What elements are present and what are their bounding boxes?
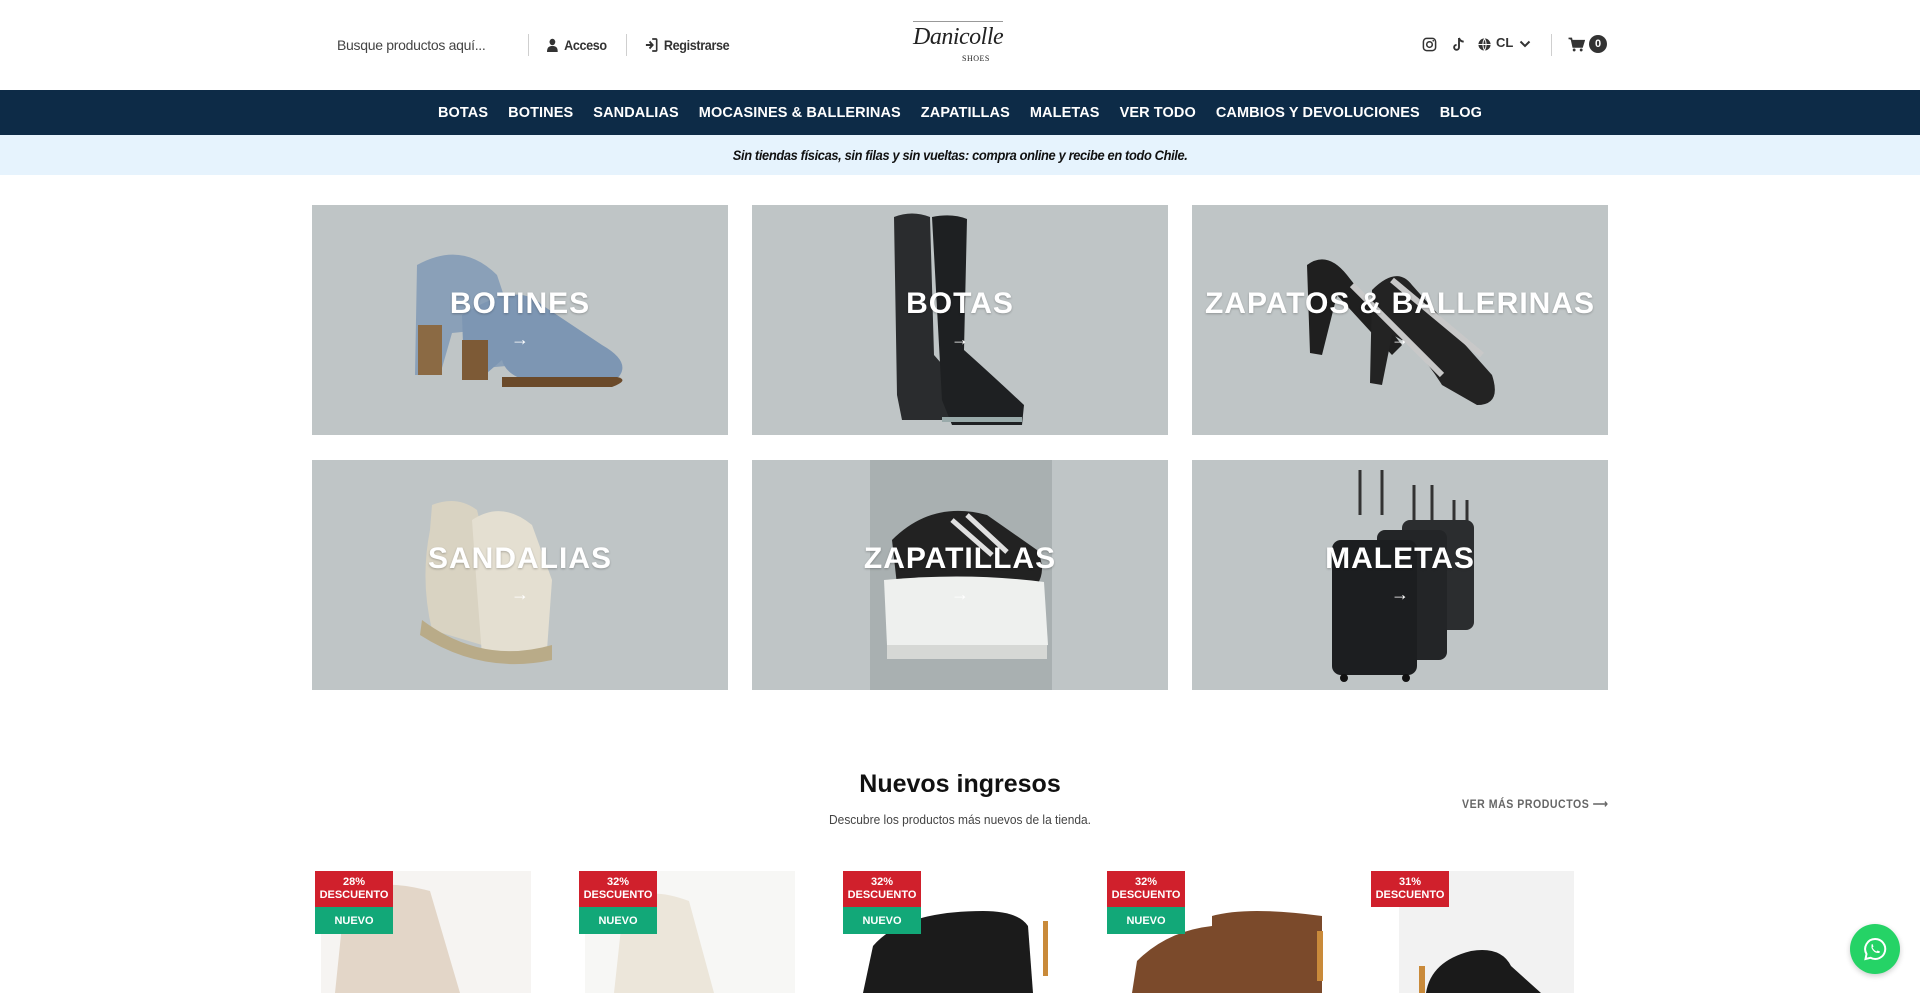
discount-badge: 32% DESCUENTO (843, 871, 921, 907)
discount-pct: 32% (1134, 876, 1158, 888)
chevron-down-icon[interactable] (1516, 35, 1534, 53)
register-label: Registrarse (663, 37, 730, 53)
product-card[interactable]: 28% DESCUENTO NUEVO (315, 871, 545, 993)
header-divider (626, 34, 627, 56)
arrow-right-icon: → (1391, 584, 1409, 604)
cart-count-badge[interactable]: 0 (1589, 35, 1607, 53)
nav-item-sandalias[interactable]: SANDALIAS (593, 105, 679, 121)
sign-in-icon (645, 38, 658, 52)
header-divider (1551, 34, 1552, 56)
arrow-right-icon: ⟶ (1592, 797, 1609, 811)
header-divider (528, 34, 529, 56)
nav-item-zapatillas[interactable]: ZAPATILLAS (921, 105, 1010, 121)
new-badge: NUEVO (1107, 907, 1185, 934)
arrow-right-icon: → (511, 329, 529, 349)
logo-line (913, 21, 1003, 22)
nav-item-cambios[interactable]: CAMBIOS Y DEVOLUCIONES (1216, 105, 1420, 121)
category-card-zapatos[interactable]: ZAPATOS & BALLERINAS → (1192, 205, 1608, 435)
discount-label: DESCUENTO (847, 889, 917, 901)
login-link[interactable]: Acceso (547, 34, 607, 56)
view-more-link[interactable]: VER MÁS PRODUCTOS ⟶ (1462, 797, 1608, 811)
discount-label: DESCUENTO (1111, 889, 1181, 901)
nav-item-mocasines[interactable]: MOCASINES & BALLERINAS (699, 105, 901, 121)
discount-badge: 32% DESCUENTO (579, 871, 657, 907)
product-card[interactable]: 32% DESCUENTO NUEVO (1107, 871, 1337, 993)
logo-text: Danicolle (913, 24, 1004, 50)
tiktok-icon[interactable] (1450, 35, 1468, 53)
product-card[interactable]: 32% DESCUENTO NUEVO (843, 871, 1073, 993)
nav-item-botas[interactable]: BOTAS (438, 105, 488, 121)
whatsapp-icon (1864, 937, 1887, 961)
category-title: MALETAS (1325, 542, 1475, 575)
register-link[interactable]: Registrarse (645, 34, 730, 56)
new-badge: NUEVO (843, 907, 921, 934)
category-title: BOTINES (449, 287, 591, 320)
discount-label: DESCUENTO (1375, 889, 1445, 901)
category-card-botines[interactable]: BOTINES → (312, 205, 728, 435)
site-header: Acceso Registrarse Danicolle SHOES CL 0 (0, 0, 1920, 90)
discount-label: DESCUENTO (319, 889, 389, 901)
discount-pct: 32% (870, 876, 894, 888)
site-logo[interactable]: Danicolle SHOES (905, 18, 1010, 68)
cart-icon[interactable] (1567, 35, 1585, 53)
section-title: Nuevos ingresos (859, 770, 1061, 798)
discount-pct: 28% (342, 876, 366, 888)
arrow-right-icon: → (951, 329, 969, 349)
instagram-icon[interactable] (1420, 35, 1438, 53)
category-title: ZAPATOS & BALLERINAS (1204, 287, 1595, 320)
category-title: BOTAS (906, 287, 1014, 320)
new-badge: NUEVO (579, 907, 657, 934)
arrow-right-icon: → (1391, 329, 1409, 349)
nav-item-blog[interactable]: BLOG (1440, 105, 1482, 121)
arrow-right-icon: → (951, 584, 969, 604)
discount-pct: 32% (606, 876, 630, 888)
category-card-botas[interactable]: BOTAS → (752, 205, 1168, 435)
user-icon (547, 38, 558, 52)
new-badge: NUEVO (315, 907, 393, 934)
category-title: SANDALIAS (427, 542, 612, 575)
category-card-zapatillas[interactable]: ZAPATILLAS → (752, 460, 1168, 690)
nav-item-maletas[interactable]: MALETAS (1030, 105, 1100, 121)
logo-subtext: SHOES (962, 54, 990, 63)
country-selector[interactable]: CL (1496, 35, 1513, 50)
main-nav: BOTAS BOTINES SANDALIAS MOCASINES & BALL… (0, 90, 1920, 135)
announcement-bar: Sin tiendas físicas, sin filas y sin vue… (0, 135, 1920, 175)
section-subtitle: Descubre los productos más nuevos de la … (829, 812, 1091, 827)
nav-item-ver-todo[interactable]: VER TODO (1120, 105, 1196, 121)
discount-label: DESCUENTO (583, 889, 653, 901)
login-label: Acceso (564, 37, 607, 53)
category-title: ZAPATILLAS (863, 542, 1057, 575)
product-card[interactable]: 31% DESCUENTO (1371, 871, 1601, 993)
discount-badge: 32% DESCUENTO (1107, 871, 1185, 907)
nav-item-botines[interactable]: BOTINES (508, 105, 573, 121)
arrow-right-icon: → (511, 584, 529, 604)
discount-pct: 31% (1398, 876, 1422, 888)
discount-badge: 28% DESCUENTO (315, 871, 393, 907)
globe-icon[interactable] (1475, 35, 1493, 53)
discount-badge: 31% DESCUENTO (1371, 871, 1449, 907)
category-card-sandalias[interactable]: SANDALIAS → (312, 460, 728, 690)
product-card[interactable]: 32% DESCUENTO NUEVO (579, 871, 809, 993)
view-more-label: VER MÁS PRODUCTOS (1462, 797, 1590, 811)
search-input[interactable] (325, 30, 525, 60)
announcement-text: Sin tiendas físicas, sin filas y sin vue… (732, 147, 1188, 163)
category-card-maletas[interactable]: MALETAS → (1192, 460, 1608, 690)
whatsapp-button[interactable] (1850, 924, 1900, 974)
